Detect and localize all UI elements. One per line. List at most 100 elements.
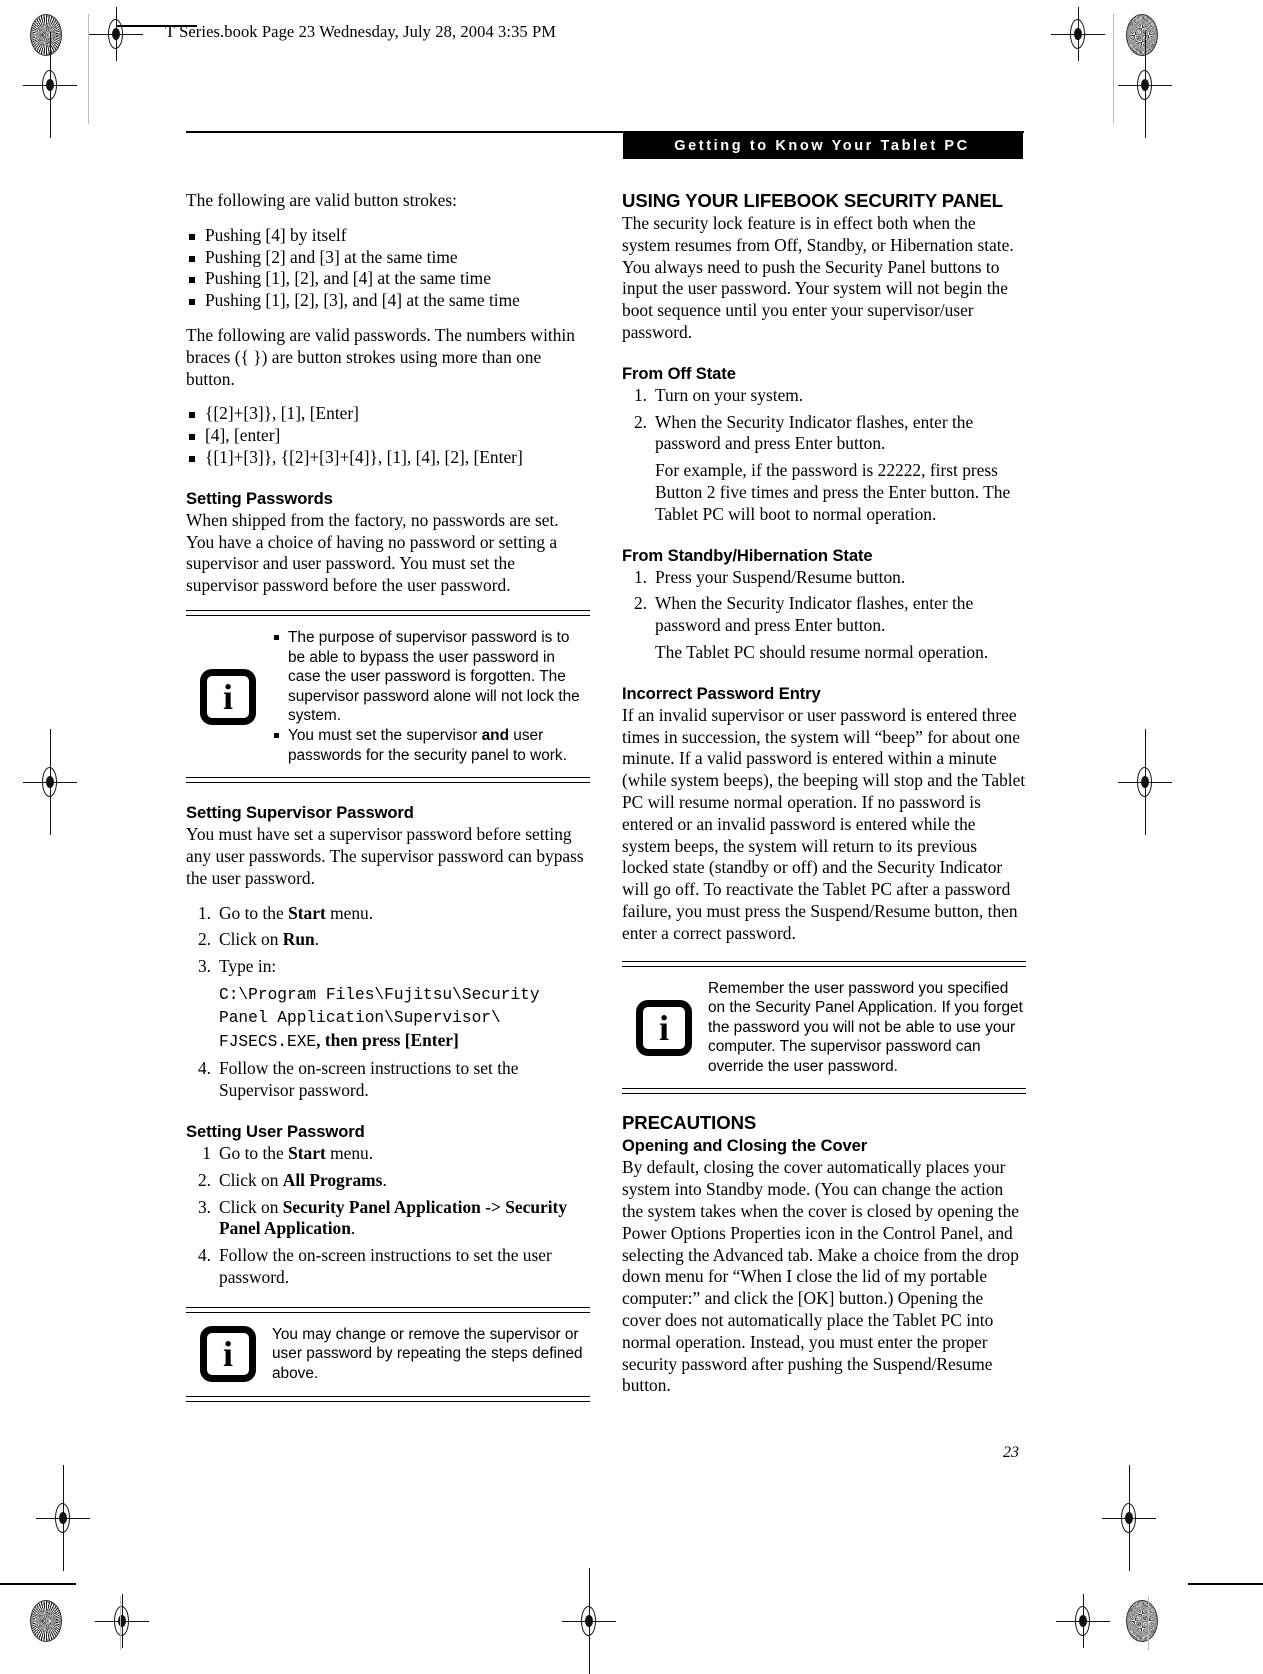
info-icon-glyph: i xyxy=(222,676,233,717)
list-item: Pushing [1], [2], [3], and [4] at the sa… xyxy=(186,290,590,312)
code-line: FJSECS.EXE xyxy=(219,1032,317,1051)
step-text: When the Security Indicator flashes, ent… xyxy=(655,593,974,636)
note-box-remember-password: i Remember the user password you specifi… xyxy=(622,960,1026,1095)
info-icon: i xyxy=(200,1326,256,1383)
user-steps-list: 1 Go to the Start menu. 2. Click on All Pr… xyxy=(186,1143,590,1289)
list-item: 3. Click on Security Panel Application ->… xyxy=(186,1197,590,1241)
info-icon-glyph: i xyxy=(222,1334,233,1375)
step-text-post: menu. xyxy=(325,1142,374,1163)
list-item: [4], [enter] xyxy=(186,425,590,447)
step-number: 2. xyxy=(197,929,211,950)
step-text-bold: Start xyxy=(288,1142,326,1163)
heading-using-security-panel: USING YOUR LIFEBOOK SECURITY PANEL xyxy=(622,190,1003,211)
step-text: Press your Suspend/Resume button. xyxy=(655,566,906,587)
step-text: Turn on your system. xyxy=(655,384,804,405)
heading-precautions: PRECAUTIONS xyxy=(622,1112,757,1134)
info-icon: i xyxy=(636,999,692,1056)
heading-opening-closing-cover: Opening and Closing the Cover xyxy=(622,1136,868,1156)
step-number: 4. xyxy=(197,1245,211,1266)
step-text-post: . xyxy=(382,1169,387,1190)
step-number: 2. xyxy=(197,1169,211,1190)
security-panel-body: The security lock feature is in effect b… xyxy=(622,213,1014,342)
info-icon: i xyxy=(200,668,256,725)
step-text-bold: All Programs xyxy=(282,1169,383,1190)
code-line: Panel Application\Supervisor\ xyxy=(219,1009,501,1028)
intro-button-strokes: The following are valid button strokes: xyxy=(186,190,457,210)
code-block: C:\Program Files\Fujitsu\Security Panel A… xyxy=(219,983,590,1054)
note-bullet-emphasis: and xyxy=(481,726,509,744)
heading-incorrect-password-entry: Incorrect Password Entry xyxy=(622,683,821,703)
list-item: Pushing [4] by itself xyxy=(186,225,590,247)
step-text-pre: Go to the xyxy=(219,1142,289,1163)
list-item: 2. Click on Run. xyxy=(186,929,590,951)
step-text-pre: Go to the xyxy=(219,902,289,923)
step-number: 1 xyxy=(202,1142,211,1163)
list-item: 2. Click on All Programs. xyxy=(186,1170,590,1192)
step-text-pre: Follow the on-screen instructions to set… xyxy=(219,1245,552,1287)
list-item: 1. Press your Suspend/Resume button. xyxy=(622,567,1026,589)
step-number: 1. xyxy=(197,902,211,923)
step-text-pre: Click on xyxy=(219,1169,283,1190)
step-text-bold: Start xyxy=(288,902,326,923)
list-item: Pushing [1], [2], and [4] at the same ti… xyxy=(186,268,590,290)
step-text-post: menu. xyxy=(325,902,374,923)
note-body: The purpose of supervisor password is to… xyxy=(272,628,590,765)
step-number: 2. xyxy=(633,593,647,614)
heading-setting-passwords: Setting Passwords xyxy=(186,488,333,508)
list-item: The purpose of supervisor password is to… xyxy=(272,628,590,726)
page-number: 23 xyxy=(1003,1444,1019,1461)
note-rule-bottom xyxy=(186,777,590,784)
step-number: 1. xyxy=(633,384,647,405)
chapter-header-banner: Getting to Know Your Tablet PC xyxy=(623,133,1023,159)
heading-setting-user-password: Setting User Password xyxy=(186,1121,365,1141)
step-text-bold: Run xyxy=(282,929,315,950)
list-item: 4. Follow the on-screen instructions to s… xyxy=(186,1058,590,1102)
step-number: 3. xyxy=(197,1196,211,1217)
code-tail: , then press [Enter] xyxy=(316,1029,459,1050)
note-bullet-pre: You must set the supervisor xyxy=(288,726,482,744)
valid-password-list: {[2]+[3]}, [1], [Enter] [4], [enter] {[1… xyxy=(186,403,590,468)
code-line: C:\Program Files\Fujitsu\Security xyxy=(219,985,540,1004)
supervisor-steps-list: 1. Go to the Start menu. 2. Click on Run. … xyxy=(186,903,590,1102)
step-text-pre: Type in: xyxy=(219,956,277,977)
page-body: Getting to Know Your Tablet PC The follo… xyxy=(0,0,1263,1650)
intro-valid-passwords: The following are valid passwords. The n… xyxy=(186,324,575,389)
list-item: 2. When the Security Indicator flashes, e… xyxy=(622,412,1026,526)
from-off-steps-list: 1. Turn on your system. 2. When the Securi… xyxy=(622,385,1026,526)
step-text-pre: Click on xyxy=(219,929,283,950)
setting-supervisor-body: You must have set a supervisor password … xyxy=(186,824,584,888)
note-body: Remember the user password you specified… xyxy=(708,979,1023,1075)
setting-passwords-body: When shipped from the factory, no passwo… xyxy=(186,509,559,596)
step-number: 3. xyxy=(197,956,211,977)
note-rule-bottom xyxy=(186,1395,590,1402)
list-item: 1. Turn on your system. xyxy=(622,385,1026,407)
note-rule-bottom xyxy=(622,1088,1026,1095)
step-text: When the Security Indicator flashes, ent… xyxy=(655,411,974,454)
heading-from-off-state: From Off State xyxy=(622,363,736,383)
step-example: The Tablet PC should resume normal opera… xyxy=(655,641,989,662)
step-number: 2. xyxy=(633,411,647,432)
list-item: {[2]+[3]}, [1], [Enter] xyxy=(186,403,590,425)
from-standby-steps-list: 1. Press your Suspend/Resume button. 2. Wh… xyxy=(622,567,1026,664)
precautions-body: By default, closing the cover automatica… xyxy=(622,1157,1019,1396)
info-icon-glyph: i xyxy=(658,1007,669,1048)
list-item: 4. Follow the on-screen instructions to s… xyxy=(186,1245,590,1289)
note-box-change-password: i You may change or remove the superviso… xyxy=(186,1306,590,1402)
right-column: USING YOUR LIFEBOOK SECURITY PANEL The s… xyxy=(622,190,1026,1410)
list-item: 1 Go to the Start menu. xyxy=(186,1143,590,1165)
step-text-pre: Follow the on-screen instructions to set… xyxy=(219,1058,519,1101)
step-number: 4. xyxy=(197,1058,211,1079)
incorrect-password-body: If an invalid supervisor or user passwor… xyxy=(622,704,1026,943)
heading-from-standby-hibernation-state: From Standby/Hibernation State xyxy=(622,545,873,565)
step-text-post: . xyxy=(314,929,320,950)
button-stroke-list: Pushing [4] by itself Pushing [2] and [3… xyxy=(186,225,590,312)
left-column: The following are valid button strokes: … xyxy=(186,190,590,1415)
note-body: You may change or remove the supervisor … xyxy=(272,1325,583,1382)
list-item: 3. Type in: C:\Program Files\Fujitsu\Secu… xyxy=(186,956,590,1053)
step-text-post: . xyxy=(350,1218,356,1239)
heading-setting-supervisor-password: Setting Supervisor Password xyxy=(186,803,414,823)
step-text-pre: Click on xyxy=(219,1196,283,1217)
step-number: 1. xyxy=(633,566,647,587)
list-item: Pushing [2] and [3] at the same time xyxy=(186,247,590,269)
list-item: You must set the supervisor and user pas… xyxy=(272,726,590,765)
